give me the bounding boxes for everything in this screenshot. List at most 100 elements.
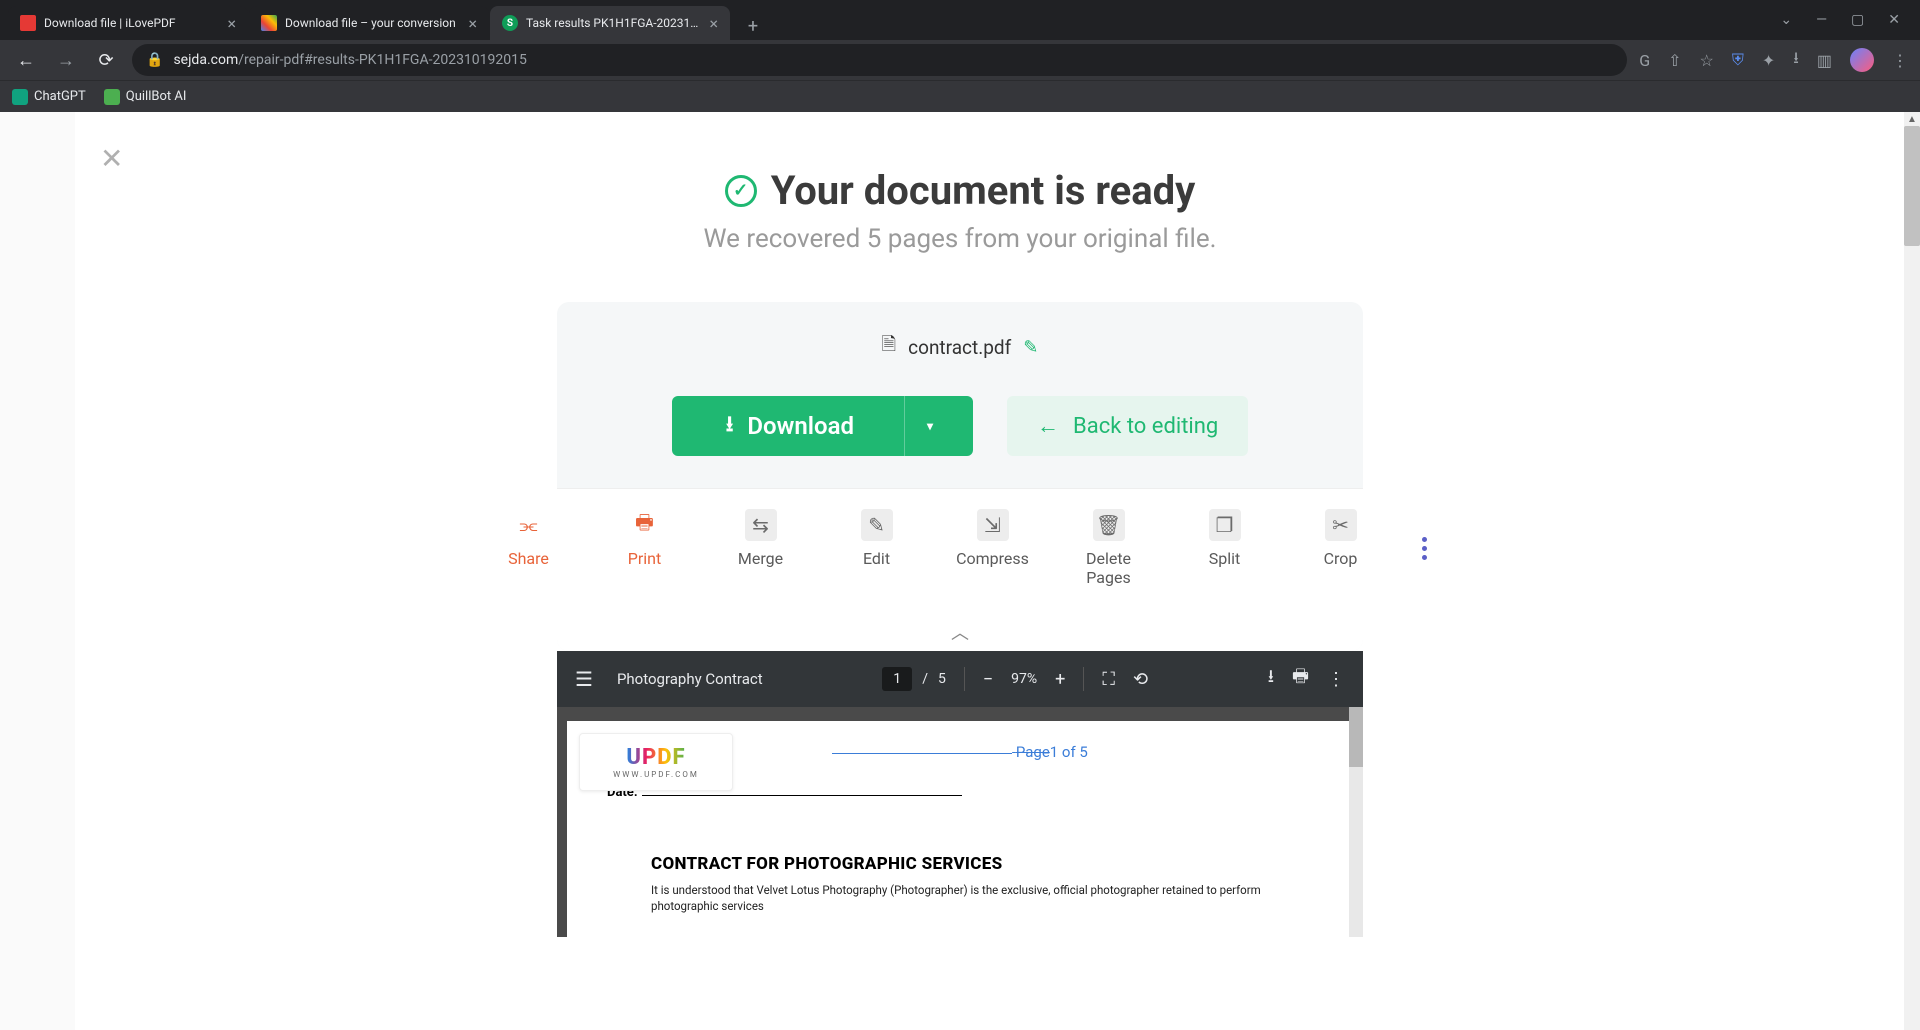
actions-bar: ⫘ Share 🖶 Print ⇆ Merge ✎ Edit ⇲ Comp bbox=[557, 488, 1363, 609]
crop-icon: ✂ bbox=[1325, 509, 1357, 541]
title-text: Your document is ready bbox=[771, 167, 1196, 214]
action-label: Edit bbox=[863, 549, 890, 568]
filename-row: 🗎 contract.pdf ✎ bbox=[557, 332, 1363, 362]
favicon-icon bbox=[261, 15, 277, 31]
pdf-scrollbar[interactable] bbox=[1349, 707, 1363, 936]
download-label: Download bbox=[747, 412, 854, 440]
bookmark-icon bbox=[104, 89, 120, 105]
action-share[interactable]: ⫘ Share bbox=[494, 509, 564, 587]
scroll-up-icon[interactable]: ▲ bbox=[1904, 114, 1920, 125]
close-icon[interactable]: ✕ bbox=[100, 142, 123, 175]
url-host: sejda.com bbox=[173, 52, 238, 68]
fit-page-icon[interactable]: ⛶ bbox=[1102, 669, 1115, 690]
new-tab-button[interactable]: + bbox=[739, 12, 767, 40]
tab-conversion[interactable]: Download file – your conversion × bbox=[249, 6, 489, 40]
maximize-icon[interactable]: ▢ bbox=[1851, 12, 1864, 28]
shield-icon[interactable]: ⛨ bbox=[1732, 50, 1744, 70]
downloads-icon[interactable]: ⭳ bbox=[1793, 47, 1799, 74]
zoom-in-icon[interactable]: + bbox=[1055, 669, 1065, 690]
action-merge[interactable]: ⇆ Merge bbox=[726, 509, 796, 587]
scrollbar-thumb[interactable] bbox=[1904, 126, 1920, 246]
tab-strip: Download file | iLovePDF × Download file… bbox=[0, 0, 767, 40]
action-label: Crop bbox=[1324, 549, 1358, 568]
collapse-preview-icon[interactable]: ︿ bbox=[557, 609, 1363, 651]
bookmark-label: ChatGPT bbox=[34, 89, 86, 104]
pdf-zoom-level: 97% bbox=[1011, 671, 1037, 687]
edit-filename-icon[interactable]: ✎ bbox=[1023, 337, 1038, 358]
download-icon: ⭳ bbox=[726, 407, 734, 445]
pdf-menu-icon[interactable]: ☰ bbox=[575, 667, 593, 691]
extensions-icon[interactable]: ✦ bbox=[1762, 51, 1775, 70]
reload-icon[interactable]: ⟳ bbox=[92, 50, 120, 71]
action-label: Share bbox=[508, 549, 549, 568]
tab-sejda[interactable]: S Task results PK1H1FGA-2023101 × bbox=[490, 6, 730, 40]
back-icon[interactable]: ← bbox=[12, 50, 40, 71]
contract-body: It is understood that Velvet Lotus Photo… bbox=[651, 882, 1269, 914]
action-label: Merge bbox=[738, 549, 783, 568]
action-print[interactable]: 🖶 Print bbox=[610, 509, 680, 587]
divider bbox=[1083, 667, 1084, 691]
action-label: Print bbox=[628, 549, 661, 568]
bookmarks-bar: ChatGPT QuillBot AI bbox=[0, 80, 1920, 112]
page-scrollbar[interactable]: ▲ bbox=[1904, 112, 1920, 1030]
action-delete-pages[interactable]: 🗑 Delete Pages bbox=[1074, 509, 1144, 587]
minimize-icon[interactable]: — bbox=[1816, 12, 1827, 28]
filename: contract.pdf bbox=[908, 336, 1011, 359]
scrollbar-thumb[interactable] bbox=[1349, 707, 1363, 767]
page-content: ✕ ✓ Your document is ready We recovered … bbox=[0, 112, 1920, 1030]
pdf-page-sep: / bbox=[922, 671, 928, 687]
compress-icon: ⇲ bbox=[977, 509, 1009, 541]
button-row: ⭳ Download ▾ ← Back to editing bbox=[557, 396, 1363, 488]
back-to-editing-button[interactable]: ← Back to editing bbox=[1007, 396, 1248, 456]
sidepanel-icon[interactable]: ▥ bbox=[1817, 51, 1832, 70]
lock-icon: 🔒 bbox=[146, 52, 163, 68]
pdf-total-pages: 5 bbox=[938, 671, 946, 687]
trash-icon: 🗑 bbox=[1093, 509, 1125, 541]
tab-title: Download file | iLovePDF bbox=[44, 16, 219, 30]
action-label: Compress bbox=[956, 549, 1029, 568]
close-icon[interactable]: × bbox=[468, 14, 477, 33]
tab-title: Task results PK1H1FGA-2023101 bbox=[526, 16, 701, 30]
bookmark-chatgpt[interactable]: ChatGPT bbox=[12, 89, 86, 105]
action-split[interactable]: ❐ Split bbox=[1190, 509, 1260, 587]
bookmark-icon bbox=[12, 89, 28, 105]
share-icon: ⫘ bbox=[513, 509, 545, 541]
pdf-more-icon[interactable]: ⋮ bbox=[1327, 669, 1345, 690]
share-icon[interactable]: ⇧ bbox=[1668, 51, 1681, 70]
pdf-current-page[interactable]: 1 bbox=[882, 667, 912, 691]
zoom-out-icon[interactable]: − bbox=[983, 669, 993, 690]
browser-titlebar: Download file | iLovePDF × Download file… bbox=[0, 0, 1920, 40]
browser-toolbar: ← → ⟳ 🔒 sejda.com/repair-pdf#results-PK1… bbox=[0, 40, 1920, 80]
page-subtitle: We recovered 5 pages from your original … bbox=[0, 224, 1920, 254]
close-icon[interactable]: × bbox=[709, 14, 718, 33]
google-icon[interactable]: G bbox=[1639, 51, 1650, 70]
hero: ✓ Your document is ready We recovered 5 … bbox=[0, 167, 1920, 254]
close-icon[interactable]: × bbox=[227, 14, 236, 33]
watermark-url: WWW.UPDF.COM bbox=[613, 770, 699, 779]
profile-avatar[interactable] bbox=[1850, 48, 1874, 72]
download-button[interactable]: ⭳ Download ▾ bbox=[672, 396, 973, 456]
pdf-download-icon[interactable]: ⭳ bbox=[1268, 664, 1274, 694]
tab-ilovepdf[interactable]: Download file | iLovePDF × bbox=[8, 6, 248, 40]
chevron-down-icon[interactable]: ⌄ bbox=[1780, 12, 1792, 28]
more-actions-button[interactable] bbox=[1422, 537, 1427, 560]
menu-icon[interactable]: ⋮ bbox=[1892, 51, 1908, 70]
action-compress[interactable]: ⇲ Compress bbox=[958, 509, 1028, 587]
bookmark-star-icon[interactable]: ☆ bbox=[1700, 51, 1714, 70]
bookmark-label: QuillBot AI bbox=[126, 89, 187, 104]
split-icon: ❐ bbox=[1209, 509, 1241, 541]
rotate-icon[interactable]: ⟲ bbox=[1133, 669, 1148, 690]
forward-icon[interactable]: → bbox=[52, 50, 80, 71]
pdf-print-icon[interactable]: 🖶 bbox=[1292, 664, 1309, 694]
favicon-icon bbox=[20, 15, 36, 31]
pdf-toolbar: ☰ Photography Contract 1 / 5 − 97% + ⛶ ⟲… bbox=[557, 651, 1363, 707]
close-window-icon[interactable]: ✕ bbox=[1888, 12, 1900, 28]
address-bar[interactable]: 🔒 sejda.com/repair-pdf#results-PK1H1FGA-… bbox=[132, 44, 1627, 76]
action-edit[interactable]: ✎ Edit bbox=[842, 509, 912, 587]
watermark: UPDF WWW.UPDF.COM bbox=[579, 733, 733, 791]
download-caret-icon[interactable]: ▾ bbox=[904, 396, 933, 456]
action-crop[interactable]: ✂ Crop bbox=[1306, 509, 1376, 587]
bookmark-quillbot[interactable]: QuillBot AI bbox=[104, 89, 187, 105]
toolbar-actions: G ⇧ ☆ ⛨ ✦ ⭳ ▥ ⋮ bbox=[1639, 47, 1908, 74]
pdf-page: UPDF WWW.UPDF.COM Page 1 of 5 Date: CONT… bbox=[567, 721, 1353, 936]
